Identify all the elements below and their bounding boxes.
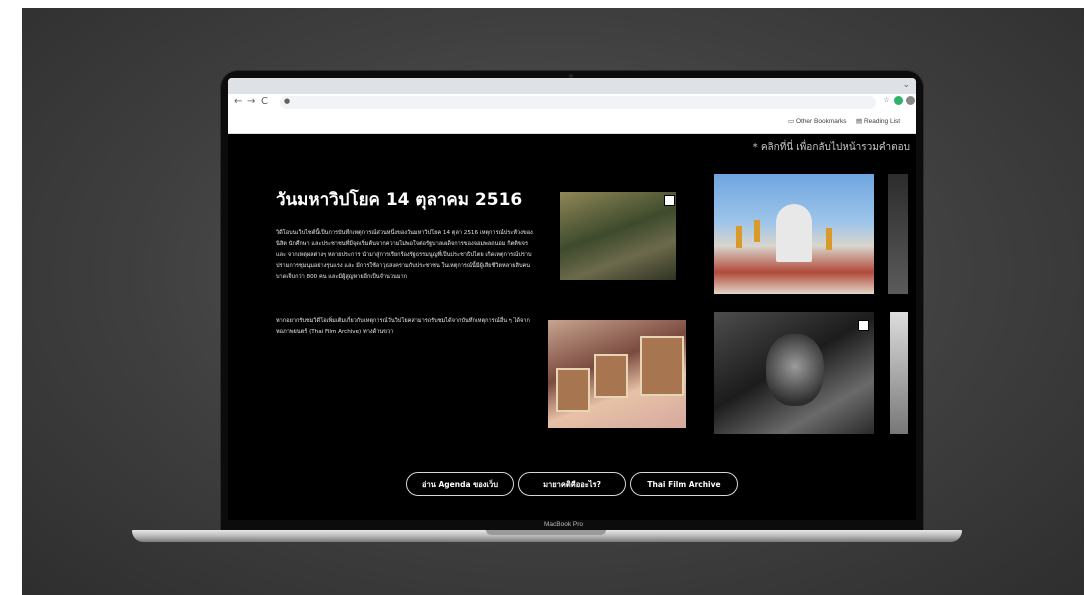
myth-button[interactable]: มายาคติคืออะไร? bbox=[518, 472, 626, 496]
laptop-lid: ⌄ ← → C ● ☆ ▭ Other Bookmarks ▤ Reading … bbox=[220, 70, 924, 538]
other-bookmarks-label: Other Bookmarks bbox=[795, 118, 847, 125]
portrait-frame bbox=[594, 354, 628, 398]
archive-photo-young-man[interactable] bbox=[714, 312, 874, 434]
flag-shape bbox=[826, 228, 832, 250]
address-bar[interactable]: ● bbox=[280, 96, 876, 109]
other-bookmarks[interactable]: ▭ Other Bookmarks bbox=[788, 117, 847, 125]
portrait-frame bbox=[556, 368, 590, 412]
bookmarks-bar: ▭ Other Bookmarks ▤ Reading List bbox=[228, 112, 916, 134]
back-arrow-icon[interactable]: ← bbox=[234, 96, 242, 107]
qr-code-icon bbox=[858, 320, 869, 331]
web-page: * คลิกที่นี่ เพื่อกลับไปหน้ารวมคำตอบ วัน… bbox=[228, 134, 916, 520]
intro-paragraph: วิดีโอบนเว็บไซต์นี้เป็นการบันทึกเหตุการณ… bbox=[276, 230, 533, 280]
star-icon[interactable]: ☆ bbox=[882, 96, 891, 105]
face-shape bbox=[766, 334, 824, 406]
archive-photo-partial-bottom[interactable] bbox=[890, 312, 908, 434]
extension-icon[interactable] bbox=[906, 96, 915, 105]
photo-backdrop: ⌄ ← → C ● ☆ ▭ Other Bookmarks ▤ Reading … bbox=[22, 8, 1084, 595]
laptop-notch bbox=[486, 530, 606, 535]
flag-shape bbox=[754, 220, 760, 242]
reading-list-label: Reading List bbox=[863, 118, 901, 125]
extension-green-icon[interactable] bbox=[894, 96, 903, 105]
archive-paragraph: หากอยากรับชมวิดีโอเพิ่มเติมเกี่ยวกับเหตุ… bbox=[276, 318, 530, 335]
lock-icon[interactable]: ● bbox=[284, 97, 290, 105]
qr-code-icon bbox=[664, 195, 675, 206]
back-to-answers-link[interactable]: * คลิกที่นี่ เพื่อกลับไปหน้ารวมคำตอบ bbox=[753, 140, 910, 155]
forward-arrow-icon[interactable]: → bbox=[247, 96, 255, 107]
archive-photo-democracy-monument[interactable] bbox=[714, 174, 874, 294]
page-title: วันมหาวิปโยค 14 ตุลาคม 2516 bbox=[276, 190, 523, 210]
portrait-frame bbox=[640, 336, 684, 396]
device-model-label: MacBook Pro bbox=[544, 521, 584, 528]
tab-search-chevron-icon[interactable]: ⌄ bbox=[902, 80, 910, 90]
reload-icon[interactable]: C bbox=[261, 96, 268, 107]
browser-toolbar: ← → C ● ☆ bbox=[228, 94, 916, 112]
archive-photo-street[interactable] bbox=[560, 192, 676, 280]
tab-strip: ⌄ bbox=[228, 78, 916, 94]
agenda-button[interactable]: อ่าน Agenda ของเว็บ bbox=[406, 472, 514, 496]
reading-list[interactable]: ▤ Reading List bbox=[856, 117, 900, 125]
archive-photo-portraits[interactable] bbox=[548, 320, 686, 428]
laptop-screen: ⌄ ← → C ● ☆ ▭ Other Bookmarks ▤ Reading … bbox=[228, 78, 916, 520]
browser-chrome: ⌄ ← → C ● ☆ ▭ Other Bookmarks ▤ Reading … bbox=[228, 78, 916, 134]
flag-shape bbox=[736, 226, 742, 248]
thai-film-archive-button[interactable]: Thai Film Archive bbox=[630, 472, 738, 496]
monument-shape bbox=[776, 204, 812, 262]
archive-photo-partial-top[interactable] bbox=[888, 174, 908, 294]
